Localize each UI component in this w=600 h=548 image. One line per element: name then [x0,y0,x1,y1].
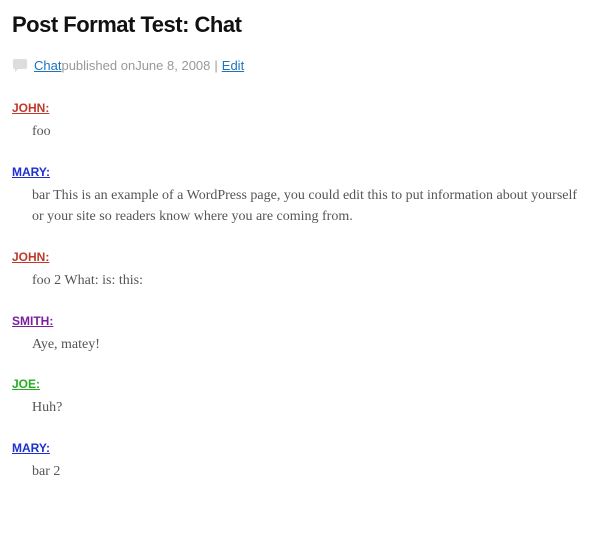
post-meta: Chat published on June 8, 2008 | Edit [12,58,588,73]
category-link[interactable]: Chat [34,58,61,73]
chat-message: foo [12,121,588,143]
chat-speaker-name: SMITH: [12,314,588,328]
chat-speaker-name: JOHN: [12,250,588,264]
chat-message: bar This is an example of a WordPress pa… [12,185,588,228]
chat-message: Huh? [12,397,588,419]
chat-speaker-name: JOE: [12,377,588,391]
chat-speaker-name: MARY: [12,441,588,455]
chat-message: foo 2 What: is: this: [12,270,588,292]
chat-block: JOHN: foo 2 What: is: this: [12,250,588,292]
chat-block: JOHN: foo [12,101,588,143]
chat-speaker-name: JOHN: [12,101,588,115]
chat-speaker-name: MARY: [12,165,588,179]
meta-published-prefix: published on [61,58,135,73]
chat-message: bar 2 [12,461,588,483]
meta-separator: | [214,58,217,73]
meta-date: June 8, 2008 [135,58,210,73]
chat-block: MARY: bar 2 [12,441,588,483]
comment-icon [12,59,28,73]
chat-block: JOE: Huh? [12,377,588,419]
page-title: Post Format Test: Chat [12,12,588,38]
edit-link[interactable]: Edit [222,58,244,73]
chat-message: Aye, matey! [12,334,588,356]
chat-block: SMITH: Aye, matey! [12,314,588,356]
chat-block: MARY: bar This is an example of a WordPr… [12,165,588,228]
